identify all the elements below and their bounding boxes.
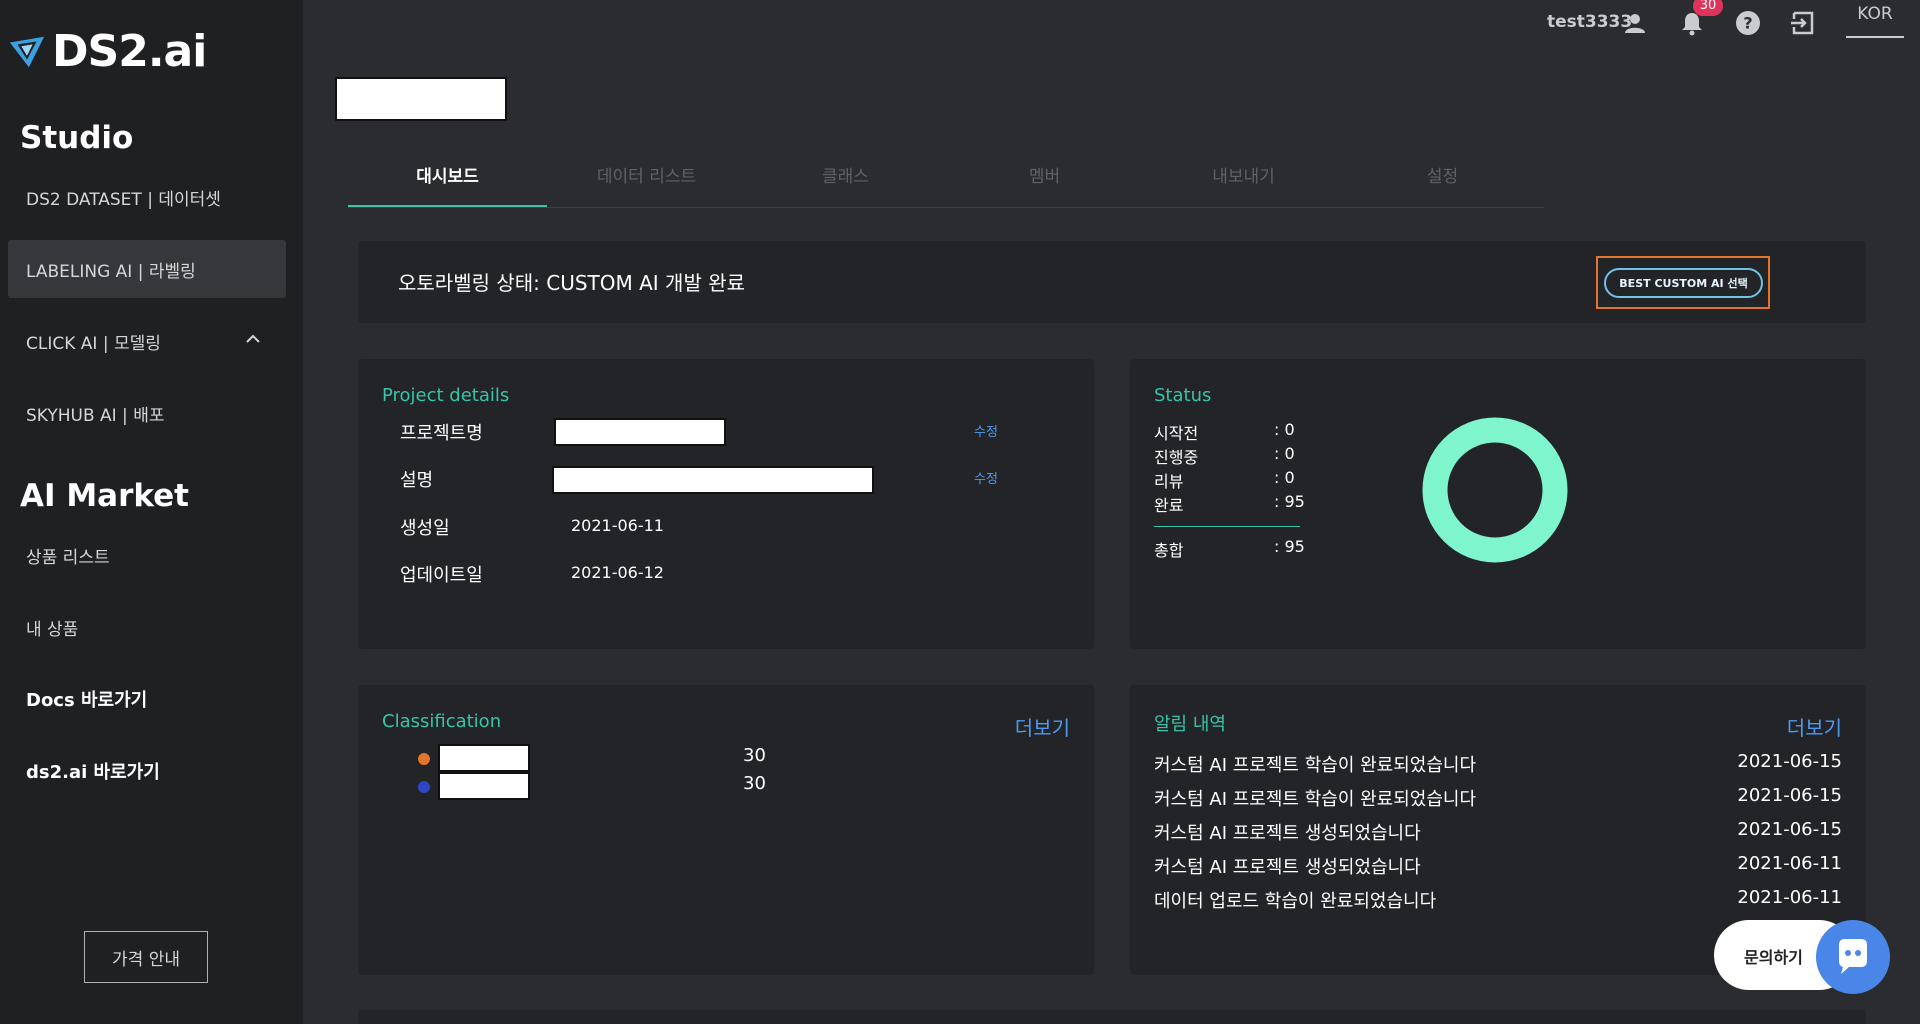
edit-name-link[interactable]: 수정 xyxy=(974,421,998,440)
tab-data-list[interactable]: 데이터 리스트 xyxy=(547,150,746,207)
notifications-more-link[interactable]: 더보기 xyxy=(1787,712,1842,741)
logout-icon[interactable] xyxy=(1788,8,1818,38)
notification-message: 커스텀 AI 프로젝트 학습이 완료되었습니다 xyxy=(1154,789,1477,810)
class-count: 30 xyxy=(743,745,766,766)
updated-date: 2021-06-12 xyxy=(571,563,664,582)
sidebar-item-label: 상품 리스트 xyxy=(26,547,110,568)
logo[interactable]: DS2.ai xyxy=(8,26,207,77)
logo-text: DS2.ai xyxy=(52,26,207,77)
best-ai-highlight: BEST CUSTOM AI 선택 xyxy=(1596,256,1770,309)
inquiry-label: 문의하기 xyxy=(1744,948,1803,967)
sidebar-item-ds2-dataset[interactable]: DS2 DATASET | 데이터셋 xyxy=(8,168,286,226)
status-card: Status 시작전 : 0 진행중 : 0 리뷰 : 0 완료 : 95 총합… xyxy=(1130,359,1866,649)
project-name-label: 프로젝트명 xyxy=(400,423,483,444)
project-title-redacted xyxy=(335,77,507,121)
status-row-label: 리뷰 xyxy=(1154,472,1184,491)
edit-description-link[interactable]: 수정 xyxy=(974,468,998,487)
sidebar-item-product-list[interactable]: 상품 리스트 xyxy=(8,526,286,584)
created-date: 2021-06-11 xyxy=(571,516,664,535)
notification-message: 커스텀 AI 프로젝트 생성되었습니다 xyxy=(1154,823,1421,844)
studio-title: Studio xyxy=(20,120,134,156)
chat-icon xyxy=(1839,939,1867,974)
tab-bar: 대시보드 데이터 리스트 클래스 멤버 내보내기 설정 xyxy=(348,150,1544,208)
sidebar-item-label: 내 상품 xyxy=(26,619,79,640)
sidebar-item-label: DS2 DATASET | 데이터셋 xyxy=(26,189,221,210)
project-details-card: Project details 프로젝트명 수정 설명 수정 생성일 2021-… xyxy=(358,359,1094,649)
autolabel-status-card: 오토라벨링 상태: CUSTOM AI 개발 완료 BEST CUSTOM AI… xyxy=(358,241,1866,323)
sidebar-item-my-products[interactable]: 내 상품 xyxy=(8,598,286,656)
status-row-label: 진행중 xyxy=(1154,448,1199,467)
class-count: 30 xyxy=(743,773,766,794)
notification-item[interactable]: 커스텀 AI 프로젝트 생성되었습니다 2021-06-11 xyxy=(1154,853,1842,881)
autolabel-status-text: 오토라벨링 상태: CUSTOM AI 개발 완료 xyxy=(398,271,746,295)
classification-more-link[interactable]: 더보기 xyxy=(1015,712,1070,741)
sidebar-link-ds2ai[interactable]: ds2.ai 바로가기 xyxy=(8,742,286,800)
user-icon[interactable] xyxy=(1620,8,1650,38)
best-custom-ai-button[interactable]: BEST CUSTOM AI 선택 xyxy=(1604,268,1763,298)
sidebar-item-label: LABELING AI | 라벨링 xyxy=(26,261,196,282)
sidebar-item-label: SKYHUB AI | 배포 xyxy=(26,405,165,426)
created-label: 생성일 xyxy=(400,518,450,539)
class-name-redacted xyxy=(438,772,530,800)
status-row-value: : 0 xyxy=(1274,468,1295,487)
card-title: Status xyxy=(1154,385,1212,406)
notification-date: 2021-06-11 xyxy=(1737,853,1842,874)
status-row-label: 완료 xyxy=(1154,496,1184,515)
notification-item[interactable]: 커스텀 AI 프로젝트 학습이 완료되었습니다 2021-06-15 xyxy=(1154,785,1842,813)
class-color-dot xyxy=(418,781,430,793)
status-total-label: 총합 xyxy=(1154,541,1184,560)
card-title: 알림 내역 xyxy=(1154,714,1226,735)
tab-export[interactable]: 내보내기 xyxy=(1144,150,1343,207)
description-redacted xyxy=(552,466,874,494)
ai-market-title: AI Market xyxy=(20,478,190,514)
status-row-value: : 0 xyxy=(1274,420,1295,439)
status-divider xyxy=(1154,526,1300,527)
tab-members[interactable]: 멤버 xyxy=(945,150,1144,207)
donut-completed-arc xyxy=(1422,417,1568,563)
sidebar-item-labeling-ai[interactable]: LABELING AI | 라벨링 xyxy=(8,240,286,298)
status-row-value: : 0 xyxy=(1274,444,1295,463)
sidebar-item-click-ai[interactable]: CLICK AI | 모델링 xyxy=(8,312,286,370)
card-title: Project details xyxy=(382,385,510,406)
notification-message: 커스텀 AI 프로젝트 생성되었습니다 xyxy=(1154,857,1421,878)
notification-item[interactable]: 데이터 업로드 학습이 완료되었습니다 2021-06-11 xyxy=(1154,887,1842,915)
status-total-value: : 95 xyxy=(1274,537,1305,556)
notification-item[interactable]: 커스텀 AI 프로젝트 학습이 완료되었습니다 2021-06-15 xyxy=(1154,751,1842,779)
notification-date: 2021-06-15 xyxy=(1737,819,1842,840)
status-donut-chart xyxy=(1422,417,1568,563)
sidebar-item-label: CLICK AI | 모델링 xyxy=(26,333,161,354)
notification-badge: 30 xyxy=(1693,0,1723,16)
help-icon[interactable]: ? xyxy=(1733,8,1763,38)
tab-classes[interactable]: 클래스 xyxy=(746,150,945,207)
status-row-value: : 95 xyxy=(1274,492,1305,511)
sidebar: DS2.ai Studio DS2 DATASET | 데이터셋 LABELIN… xyxy=(0,0,303,1024)
class-name-redacted xyxy=(438,744,530,772)
updated-label: 업데이트일 xyxy=(400,565,483,586)
pricing-button[interactable]: 가격 안내 xyxy=(84,931,208,983)
description-label: 설명 xyxy=(400,470,434,491)
sidebar-link-label: ds2.ai 바로가기 xyxy=(26,762,160,783)
sidebar-link-label: Docs 바로가기 xyxy=(26,690,148,711)
tab-dashboard[interactable]: 대시보드 xyxy=(348,150,547,207)
tab-settings[interactable]: 설정 xyxy=(1343,150,1542,207)
language-selector[interactable]: KOR xyxy=(1846,4,1904,38)
notification-date: 2021-06-15 xyxy=(1737,785,1842,806)
card-title: Classification xyxy=(382,711,502,732)
notification-message: 데이터 업로드 학습이 완료되었습니다 xyxy=(1154,891,1437,912)
notification-date: 2021-06-15 xyxy=(1737,751,1842,772)
chevron-up-icon[interactable] xyxy=(244,330,262,348)
project-name-redacted xyxy=(554,418,726,446)
sidebar-item-skyhub-ai[interactable]: SKYHUB AI | 배포 xyxy=(8,384,286,442)
status-row-label: 시작전 xyxy=(1154,424,1199,443)
bottom-card xyxy=(358,1010,1866,1024)
chat-button[interactable] xyxy=(1816,920,1890,994)
logo-icon xyxy=(9,36,45,67)
class-color-dot xyxy=(418,753,430,765)
sidebar-link-docs[interactable]: Docs 바로가기 xyxy=(8,670,286,728)
notification-date: 2021-06-11 xyxy=(1737,887,1842,908)
classification-card: Classification 더보기 30 30 xyxy=(358,685,1094,975)
svg-text:?: ? xyxy=(1743,14,1752,33)
notification-item[interactable]: 커스텀 AI 프로젝트 생성되었습니다 2021-06-15 xyxy=(1154,819,1842,847)
notification-message: 커스텀 AI 프로젝트 학습이 완료되었습니다 xyxy=(1154,755,1477,776)
